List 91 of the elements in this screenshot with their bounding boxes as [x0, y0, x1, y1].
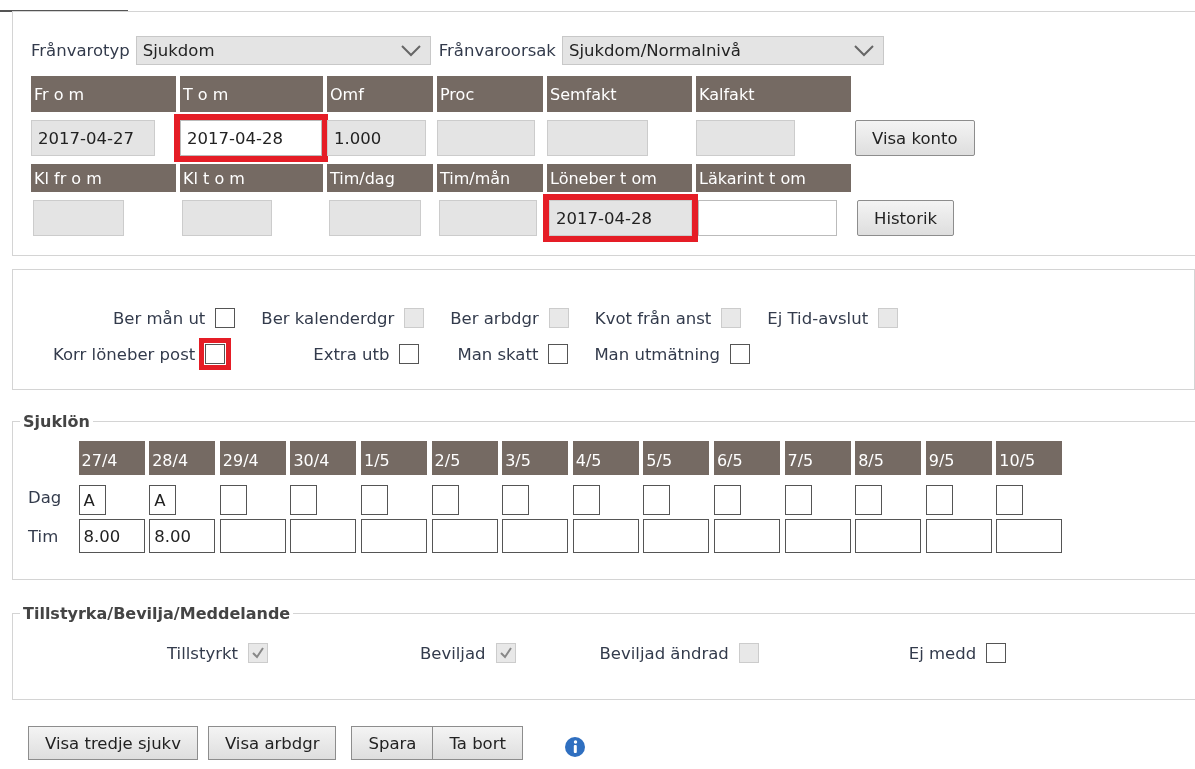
row-label: Tim [28, 526, 60, 546]
input-field[interactable] [925, 485, 953, 515]
input-field[interactable] [219, 485, 247, 515]
info-icon[interactable] [564, 737, 585, 757]
day-header: 30/4 [290, 441, 357, 475]
column-header: Löneber t om [547, 164, 692, 192]
dropdown[interactable]: Sjukdom [135, 36, 431, 65]
input-field[interactable] [502, 485, 530, 515]
day-header: 5/5 [643, 441, 710, 475]
day-header: 28/4 [149, 441, 216, 475]
input-field[interactable] [713, 519, 780, 553]
checkbox-label: Ej Tid-avslut [767, 308, 869, 328]
checkbox-label: Ber arbdgr [450, 308, 539, 328]
input-field[interactable] [360, 519, 427, 553]
input-field[interactable]: 8.00 [78, 519, 145, 553]
action-button[interactable]: Ta bort [432, 726, 523, 760]
column-header: Fr o m [31, 76, 176, 112]
column-header: Tim/mån [437, 164, 543, 192]
input-field[interactable] [431, 485, 459, 515]
checkbox-label: Ber mån ut [113, 308, 206, 328]
input-field[interactable]: A [78, 485, 106, 515]
checkbox-label: Beviljad ändrad [599, 643, 729, 663]
input-field[interactable] [925, 519, 992, 553]
input-field[interactable] [290, 485, 318, 515]
day-header: 8/5 [855, 441, 922, 475]
column-header: Kl fr o m [31, 164, 176, 192]
day-header: 1/5 [360, 441, 427, 475]
chevron-down-icon [399, 43, 422, 58]
dropdown[interactable]: Sjukdom/Normalnivå [561, 36, 884, 65]
input-field[interactable] [784, 485, 812, 515]
action-button[interactable]: Visa arbdgr [207, 726, 337, 760]
input-field[interactable] [360, 485, 388, 515]
checkbox[interactable] [548, 344, 569, 364]
input-field[interactable] [855, 485, 883, 515]
checkbox-label: Man utmätning [594, 344, 720, 364]
column-header: Kalfakt [696, 76, 851, 112]
column-header: Kl t o m [180, 164, 323, 192]
input-field[interactable] [431, 519, 498, 553]
input-field[interactable]: 8.00 [149, 519, 216, 553]
column-header: Proc [437, 76, 543, 112]
input-field[interactable] [784, 519, 851, 553]
input-field[interactable] [996, 519, 1063, 553]
day-header: 6/5 [713, 441, 780, 475]
input-field[interactable] [713, 485, 741, 515]
checkbox-label: Man skatt [457, 344, 539, 364]
chevron-down-icon [852, 43, 875, 58]
day-header: 2/5 [431, 441, 498, 475]
checkbox[interactable] [215, 308, 236, 328]
checkbox[interactable] [986, 643, 1007, 663]
checkbox-label: Kvot från anst [594, 308, 712, 328]
checkbox[interactable] [205, 344, 226, 364]
action-button[interactable]: Visa tredje sjukv [28, 726, 198, 760]
input-field[interactable] [643, 519, 710, 553]
field-label: Frånvarotyp [31, 41, 130, 60]
checkbox-label: Extra utb [313, 344, 390, 364]
input-field[interactable] [502, 519, 569, 553]
day-header: 29/4 [219, 441, 286, 475]
input-field[interactable] [643, 485, 671, 515]
input-field[interactable] [219, 519, 286, 553]
day-header: 10/5 [996, 441, 1063, 475]
row-label: Dag [28, 487, 63, 507]
column-header: T o m [180, 76, 323, 112]
checkbox[interactable] [399, 344, 420, 364]
action-button[interactable]: Visa konto [855, 120, 975, 156]
input-field[interactable] [855, 519, 922, 553]
input-field[interactable]: A [149, 485, 177, 515]
column-header: Tim/dag [327, 164, 433, 192]
action-button[interactable]: Spara [351, 726, 434, 760]
day-header: 3/5 [502, 441, 569, 475]
input-field[interactable] [572, 519, 639, 553]
field-label: Frånvaroorsak [438, 41, 556, 60]
checkbox-label: Ej medd [908, 643, 977, 663]
input-field[interactable] [290, 519, 357, 553]
checkbox-label: Korr löneber post [53, 344, 196, 364]
checkbox[interactable] [730, 344, 750, 364]
action-button[interactable]: Historik [857, 200, 955, 236]
input-field[interactable] [996, 485, 1024, 515]
column-header: Läkarint t om [696, 164, 851, 192]
checkbox-label: Tillstyrkt [167, 643, 238, 663]
day-header: 9/5 [925, 441, 992, 475]
section-title: Sjuklön [22, 412, 91, 431]
day-header: 4/5 [572, 441, 639, 475]
section-title: Tillstyrka/Bevilja/Meddelande [22, 604, 292, 623]
checkbox-label: Ber kalenderdgr [261, 308, 395, 328]
day-header: 27/4 [78, 441, 145, 475]
day-header: 7/5 [784, 441, 851, 475]
input-field[interactable] [572, 485, 600, 515]
column-header: Semfakt [547, 76, 692, 112]
input-field[interactable] [698, 200, 837, 236]
checkbox-label: Beviljad [419, 643, 486, 663]
column-header: Omf [327, 76, 433, 112]
